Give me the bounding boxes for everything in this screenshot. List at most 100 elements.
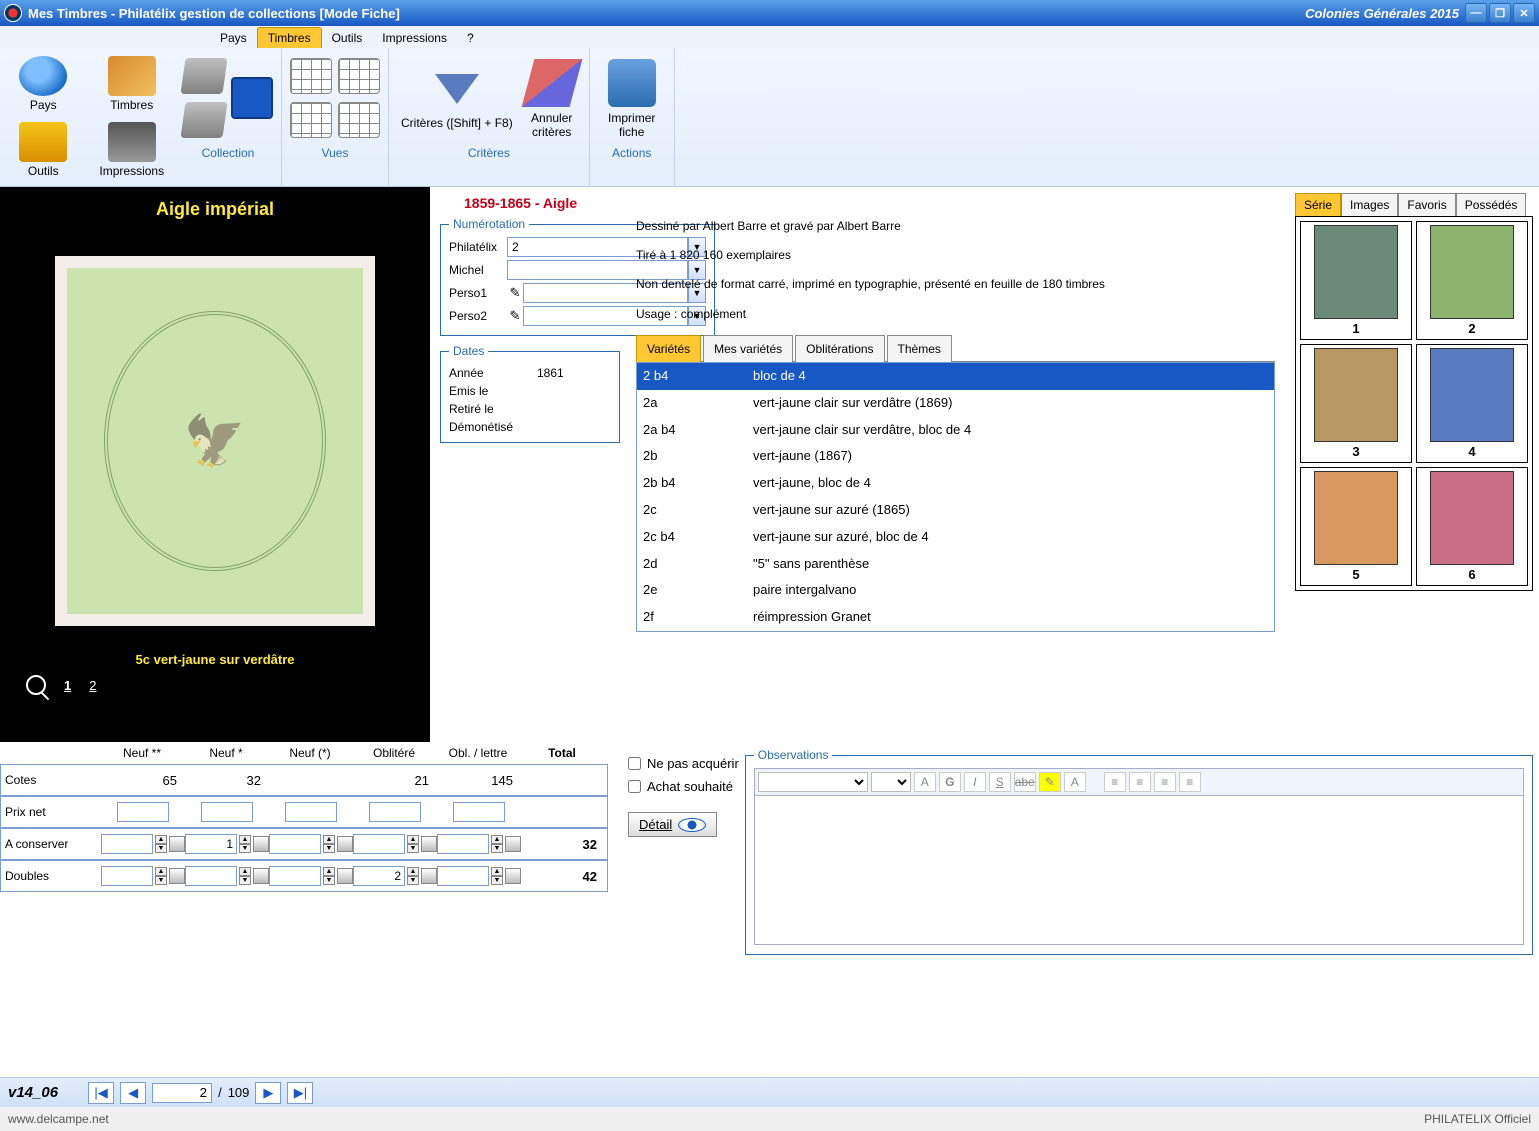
spin-down[interactable]: ▼ xyxy=(239,844,251,853)
folder-icon[interactable] xyxy=(180,102,227,138)
doubles-oblitere-input[interactable] xyxy=(353,866,405,886)
variety-row[interactable]: 2c b4vert-jaune sur azuré, bloc de 4 xyxy=(637,524,1274,551)
scan-icon[interactable] xyxy=(421,868,437,884)
font-family-select[interactable] xyxy=(758,772,868,792)
menu-timbres[interactable]: Timbres xyxy=(257,27,322,48)
spin-up[interactable]: ▲ xyxy=(323,867,335,876)
magnify-icon[interactable] xyxy=(26,675,46,695)
view-grid-icon[interactable] xyxy=(290,58,332,94)
doubles-neuf2-input[interactable] xyxy=(101,866,153,886)
font-color-button[interactable]: A xyxy=(1064,772,1086,792)
variety-row[interactable]: 2avert-jaune clair sur verdâtre (1869) xyxy=(637,390,1274,417)
scan-icon[interactable] xyxy=(169,868,185,884)
align-left-button[interactable]: ≡ xyxy=(1104,772,1126,792)
scan-icon[interactable] xyxy=(421,836,437,852)
variety-row[interactable]: 2d"5" sans parenthèse xyxy=(637,551,1274,578)
spin-down[interactable]: ▼ xyxy=(155,876,167,885)
subtab-themes[interactable]: Thèmes xyxy=(887,335,952,362)
annuler-criteres-button[interactable]: Annuler critères xyxy=(523,55,581,143)
scan-icon[interactable] xyxy=(337,868,353,884)
thumb-3[interactable]: 3 xyxy=(1300,344,1412,463)
spin-down[interactable]: ▼ xyxy=(323,876,335,885)
toolbar-timbres[interactable]: Timbres xyxy=(89,52,176,116)
spin-up[interactable]: ▲ xyxy=(407,867,419,876)
align-center-button[interactable]: ≡ xyxy=(1129,772,1151,792)
close-button[interactable]: ✕ xyxy=(1513,3,1535,23)
spin-down[interactable]: ▼ xyxy=(239,876,251,885)
font-size-select[interactable] xyxy=(871,772,911,792)
scan-icon[interactable] xyxy=(505,868,521,884)
observations-textarea[interactable] xyxy=(754,795,1524,945)
series-tab-images[interactable]: Images xyxy=(1341,193,1398,216)
menu-pays[interactable]: Pays xyxy=(210,28,257,48)
spin-up[interactable]: ▲ xyxy=(239,867,251,876)
underline-button[interactable]: S xyxy=(989,772,1011,792)
conserver-neuf2-input[interactable] xyxy=(101,834,153,854)
doubles-obllettre-input[interactable] xyxy=(437,866,489,886)
prixnet-neufp-input[interactable] xyxy=(285,802,337,822)
view-list2-icon[interactable] xyxy=(338,102,380,138)
font-size-up-button[interactable]: A xyxy=(914,772,936,792)
variety-row[interactable]: 2cvert-jaune sur azuré (1865) xyxy=(637,497,1274,524)
spin-up[interactable]: ▲ xyxy=(407,835,419,844)
highlight-button[interactable]: ✎ xyxy=(1039,772,1061,792)
scan-icon[interactable] xyxy=(253,836,269,852)
spin-down[interactable]: ▼ xyxy=(323,844,335,853)
nav-next-button[interactable]: ▶ xyxy=(255,1082,281,1104)
thumb-2[interactable]: 2 xyxy=(1416,221,1528,340)
prixnet-neuf1-input[interactable] xyxy=(201,802,253,822)
subtab-varietes[interactable]: Variétés xyxy=(636,335,701,362)
subtab-obliterations[interactable]: Oblitérations xyxy=(795,335,884,362)
bold-button[interactable]: G xyxy=(939,772,961,792)
strike-button[interactable]: abe xyxy=(1014,772,1036,792)
conserver-neuf1-input[interactable] xyxy=(185,834,237,854)
spin-down[interactable]: ▼ xyxy=(491,844,503,853)
spin-down[interactable]: ▼ xyxy=(407,876,419,885)
thumb-6[interactable]: 6 xyxy=(1416,467,1528,586)
achat-souhaite-checkbox[interactable]: Achat souhaité xyxy=(628,779,739,794)
spin-up[interactable]: ▲ xyxy=(155,835,167,844)
thumb-5[interactable]: 5 xyxy=(1300,467,1412,586)
conserver-obllettre-input[interactable] xyxy=(437,834,489,854)
view-list-icon[interactable] xyxy=(338,58,380,94)
italic-button[interactable]: I xyxy=(964,772,986,792)
variety-row[interactable]: 2bvert-jaune (1867) xyxy=(637,443,1274,470)
variety-row[interactable]: 2fréimpression Granet xyxy=(637,604,1274,631)
varieties-list[interactable]: 2 b4bloc de 4 2avert-jaune clair sur ver… xyxy=(636,362,1275,632)
criteres-button[interactable]: Critères ([Shift] + F8) xyxy=(397,64,517,134)
folder-open-icon[interactable] xyxy=(180,58,227,94)
imprimer-fiche-button[interactable]: Imprimer fiche xyxy=(598,55,666,143)
menu-impressions[interactable]: Impressions xyxy=(372,28,457,48)
stamp-page-2[interactable]: 2 xyxy=(89,678,96,693)
nav-prev-button[interactable]: ◀ xyxy=(120,1082,146,1104)
scan-icon[interactable] xyxy=(337,836,353,852)
conserver-neufp-input[interactable] xyxy=(269,834,321,854)
variety-row[interactable]: 2 b4bloc de 4 xyxy=(637,363,1274,390)
spin-down[interactable]: ▼ xyxy=(407,844,419,853)
doubles-neufp-input[interactable] xyxy=(269,866,321,886)
menu-outils[interactable]: Outils xyxy=(322,28,373,48)
prixnet-neuf2-input[interactable] xyxy=(117,802,169,822)
series-tab-possedes[interactable]: Possédés xyxy=(1456,193,1527,216)
detail-button[interactable]: Détail xyxy=(628,812,717,837)
toolbar-pays[interactable]: Pays xyxy=(0,52,87,116)
align-justify-button[interactable]: ≡ xyxy=(1179,772,1201,792)
spin-down[interactable]: ▼ xyxy=(491,876,503,885)
variety-row[interactable]: 2epaire intergalvano xyxy=(637,577,1274,604)
spin-up[interactable]: ▲ xyxy=(491,867,503,876)
variety-row[interactable]: 2a b4vert-jaune clair sur verdâtre, bloc… xyxy=(637,417,1274,444)
spin-down[interactable]: ▼ xyxy=(155,844,167,853)
stamp-page-1[interactable]: 1 xyxy=(64,678,71,693)
prixnet-obllettre-input[interactable] xyxy=(453,802,505,822)
view-grid2-icon[interactable] xyxy=(290,102,332,138)
spin-up[interactable]: ▲ xyxy=(323,835,335,844)
nav-position-input[interactable] xyxy=(152,1083,212,1103)
spin-up[interactable]: ▲ xyxy=(155,867,167,876)
subtab-mes-varietes[interactable]: Mes variétés xyxy=(703,335,793,362)
ne-pas-acquerir-checkbox[interactable]: Ne pas acquérir xyxy=(628,756,739,771)
prixnet-oblitere-input[interactable] xyxy=(369,802,421,822)
spin-up[interactable]: ▲ xyxy=(239,835,251,844)
spin-up[interactable]: ▲ xyxy=(491,835,503,844)
nav-first-button[interactable]: |◀ xyxy=(88,1082,114,1104)
nav-last-button[interactable]: ▶| xyxy=(287,1082,313,1104)
